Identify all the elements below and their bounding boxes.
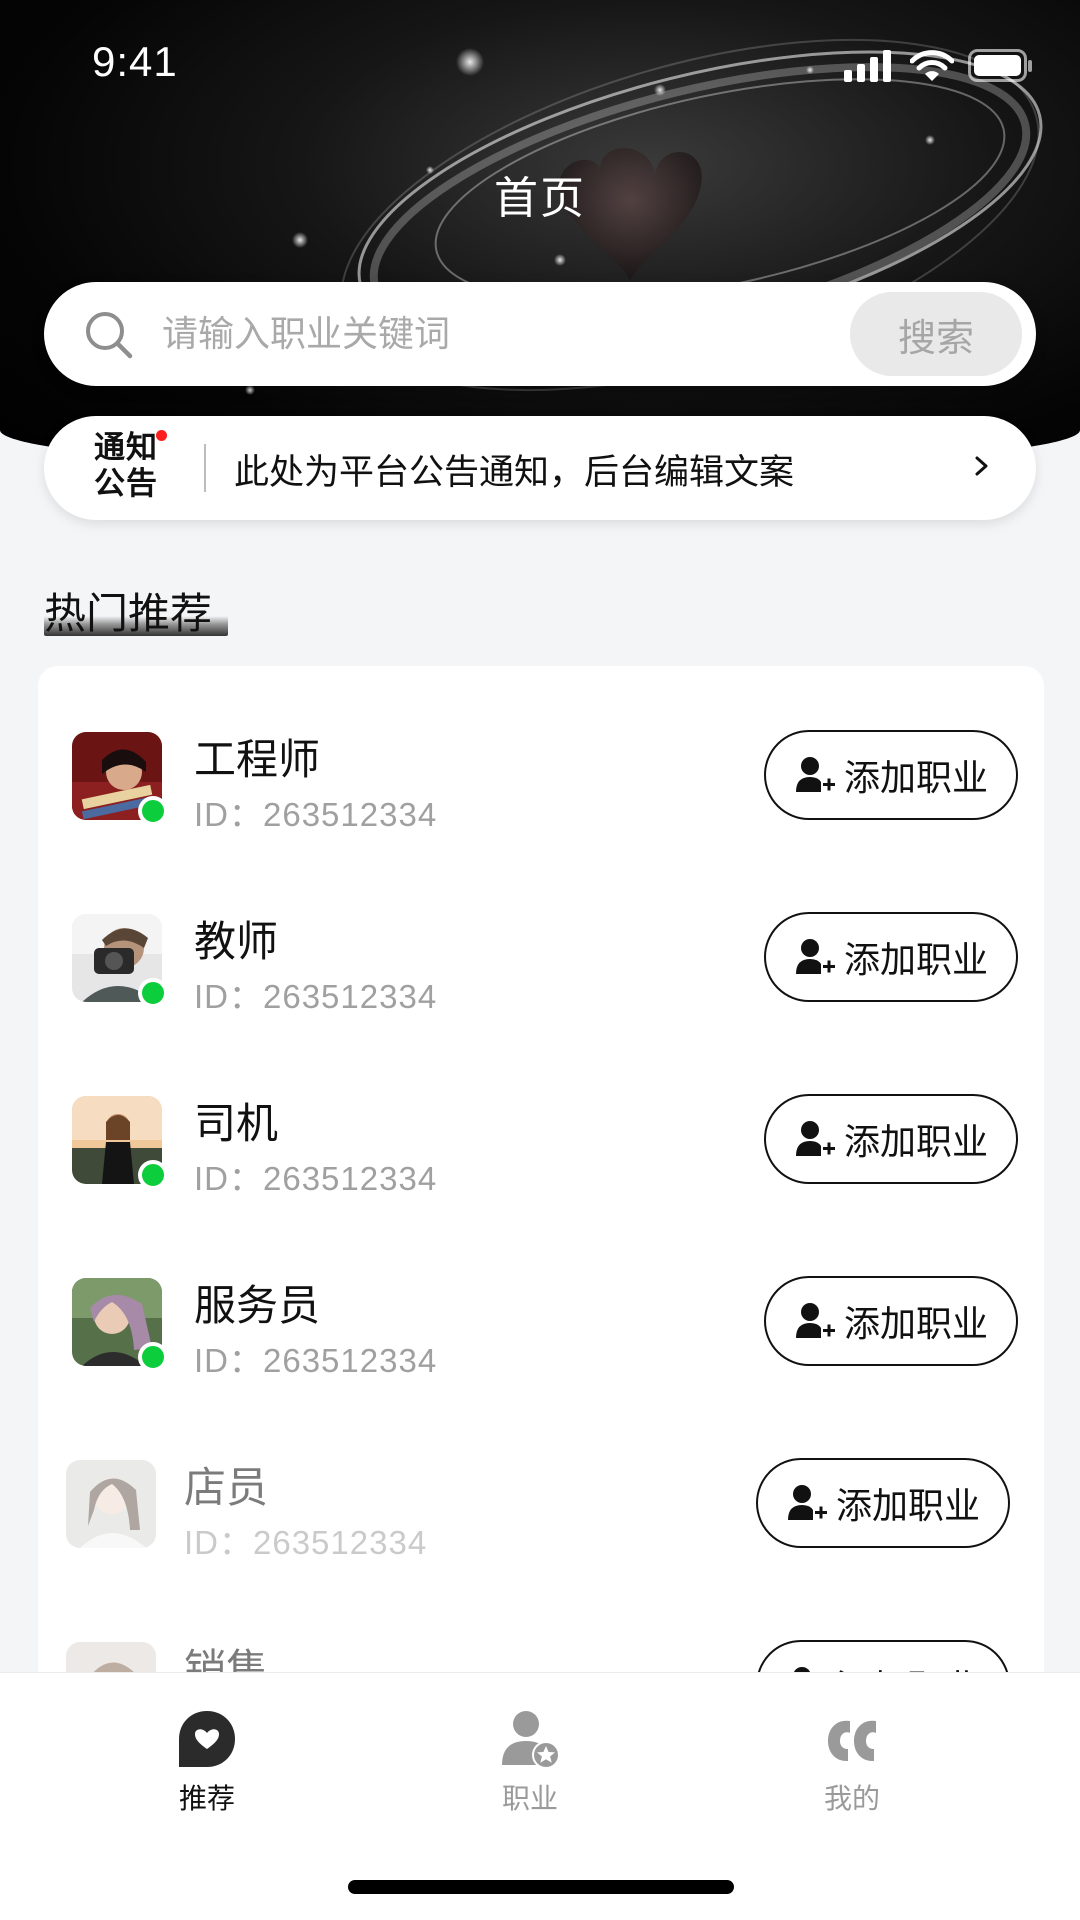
section-title: 热门推荐 [44, 589, 213, 638]
tab-label: 职业 [501, 1782, 558, 1815]
add-job-button[interactable]: 添加职业 [756, 1458, 1010, 1548]
job-id: ID：263512334 [194, 978, 438, 1015]
tab-career[interactable]: 职业 [430, 1707, 630, 1827]
home-screen: 9:41 首页 搜索 [0, 0, 1080, 1920]
job-list-item[interactable]: 工程师 ID：263512334 添加职业 [38, 666, 1044, 848]
online-status-dot [138, 1160, 168, 1190]
notice-divider [204, 444, 206, 492]
job-list-item[interactable]: 司机 ID：263512334 添加职业 [38, 1030, 1044, 1212]
notice-badge: 通知 公告 [94, 430, 164, 506]
notice-text: 此处为平台公告通知，后台编辑文案 [234, 453, 795, 493]
job-name: 服务员 [194, 1281, 321, 1330]
job-id: ID：263512334 [194, 1342, 438, 1379]
status-time: 9:41 [92, 38, 178, 85]
status-icons [844, 46, 1034, 86]
tab-label: 推荐 [178, 1782, 235, 1815]
job-list: 工程师 ID：263512334 添加职业 教师 ID：263512334 添加… [38, 666, 1044, 1766]
notice-badge-line2: 公告 [94, 466, 158, 502]
add-job-button[interactable]: 添加职业 [764, 912, 1018, 1002]
job-name: 店员 [184, 1463, 269, 1512]
online-status-dot [138, 978, 168, 1008]
job-id: ID：263512334 [194, 1160, 438, 1197]
status-bar: 9:41 [0, 0, 1080, 130]
avatar [66, 1460, 156, 1548]
add-user-icon [795, 1303, 835, 1338]
job-id: ID：263512334 [184, 1524, 428, 1561]
notice-bar[interactable]: 通知 公告 此处为平台公告通知，后台编辑文案 [44, 416, 1036, 520]
chevron-right-icon [975, 456, 988, 476]
search-button[interactable]: 搜索 [850, 292, 1022, 376]
search-bar: 搜索 [44, 282, 1036, 386]
add-job-button-label: 添加职业 [843, 1122, 988, 1163]
job-id: ID：263512334 [194, 796, 438, 833]
notice-badge-line1: 通知 [94, 430, 158, 466]
add-job-button[interactable]: 添加职业 [764, 730, 1018, 820]
add-user-icon [795, 757, 835, 792]
user-star-icon [502, 1711, 560, 1769]
tab-label: 我的 [823, 1782, 880, 1815]
online-status-dot [138, 796, 168, 826]
job-name: 工程师 [194, 735, 321, 784]
job-name: 教师 [194, 917, 279, 966]
online-status-dot [138, 1342, 168, 1372]
add-job-button[interactable]: 添加职业 [764, 1094, 1018, 1184]
job-list-item[interactable]: 教师 ID：263512334 添加职业 [38, 848, 1044, 1030]
job-list-item[interactable]: 店员 ID：263512334 添加职业 [38, 1394, 1044, 1576]
job-name: 司机 [194, 1099, 279, 1148]
add-job-button-label: 添加职业 [843, 758, 988, 799]
add-user-icon [795, 1121, 835, 1156]
add-job-button-label: 添加职业 [843, 940, 988, 981]
add-job-button-label: 添加职业 [843, 1304, 988, 1345]
quote-icon [828, 1720, 876, 1761]
search-icon [86, 312, 133, 359]
tab-recommend[interactable]: 推荐 [107, 1707, 307, 1827]
add-job-button-label: 添加职业 [835, 1486, 980, 1527]
tab-mine[interactable]: 我的 [752, 1707, 952, 1827]
add-user-icon [787, 1485, 827, 1520]
heart-chat-icon [179, 1711, 235, 1767]
add-job-button[interactable]: 添加职业 [764, 1276, 1018, 1366]
search-input[interactable] [160, 304, 720, 364]
job-list-item[interactable]: 服务员 ID：263512334 添加职业 [38, 1212, 1044, 1394]
add-user-icon [795, 939, 835, 974]
battery-icon [968, 49, 1032, 82]
signal-icon [844, 50, 891, 82]
notice-unread-dot [156, 430, 167, 441]
home-indicator [348, 1880, 734, 1894]
wifi-icon [910, 50, 954, 81]
page-title: 首页 [494, 173, 586, 224]
